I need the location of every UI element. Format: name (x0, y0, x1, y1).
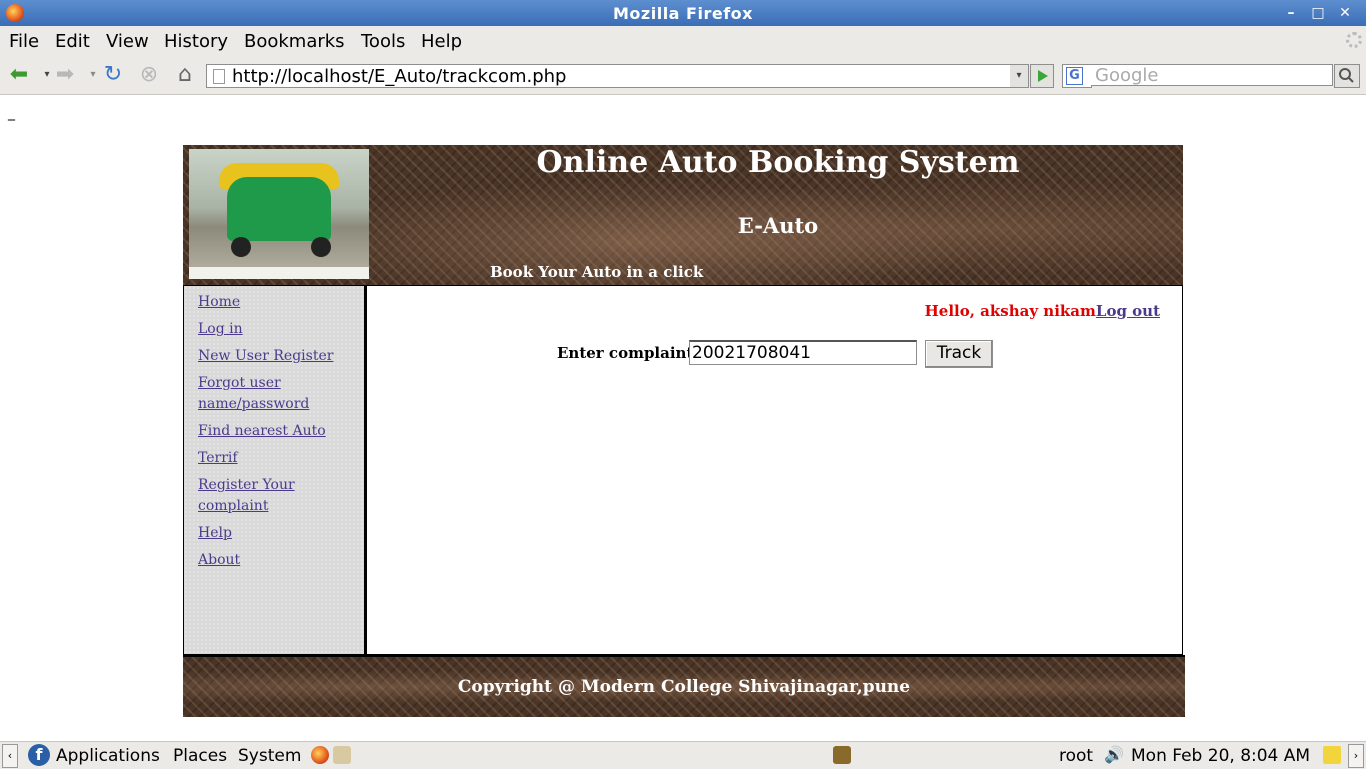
google-icon: G (1066, 67, 1083, 85)
sidebar-link-register-complaint[interactable]: Register Your complaint (198, 477, 295, 514)
panel-scroll-left-icon[interactable]: ‹ (2, 744, 18, 768)
throbber-icon (1346, 32, 1362, 48)
panel-system-menu[interactable]: System (238, 746, 301, 766)
back-arrow-icon[interactable]: ⬅ (6, 62, 32, 88)
sidebar: Home Log in New User Register Forgot use… (183, 285, 365, 655)
window-titlebar: Mozilla Firefox – □ ✕ (0, 0, 1366, 26)
window-title: Mozilla Firefox (613, 4, 753, 23)
sidebar-link-forgot-password[interactable]: Forgot user name/password (198, 375, 309, 412)
panel-places-menu[interactable]: Places (173, 746, 227, 766)
maximize-icon[interactable]: □ (1309, 4, 1327, 22)
site-body: Home Log in New User Register Forgot use… (183, 285, 1183, 655)
close-icon[interactable]: ✕ (1336, 4, 1354, 22)
site-footer: Copyright @ Modern College Shivajinagar,… (183, 655, 1185, 717)
complaint-id-input[interactable]: 20021708041 (689, 340, 917, 365)
minimize-icon[interactable]: – (1282, 4, 1300, 22)
menu-edit[interactable]: Edit (55, 31, 90, 52)
sidebar-link-home[interactable]: Home (198, 294, 240, 310)
menu-bar: File Edit View History Bookmarks Tools H… (0, 26, 1366, 56)
bottom-panel: ‹ f Applications Places System root 🔊 Mo… (0, 741, 1366, 769)
sidebar-link-find-nearest-auto[interactable]: Find nearest Auto (198, 423, 326, 439)
stray-text: _ (8, 105, 15, 121)
stop-icon[interactable]: ⊗ (136, 62, 162, 88)
user-greeting: Hello, akshay nikamLog out (925, 302, 1160, 320)
menu-help[interactable]: Help (421, 31, 462, 52)
menu-bookmarks[interactable]: Bookmarks (244, 31, 345, 52)
search-input[interactable]: Google (1091, 64, 1333, 86)
menu-history[interactable]: History (164, 31, 228, 52)
fedora-icon[interactable]: f (28, 744, 50, 766)
firefox-launcher-icon[interactable] (311, 746, 329, 764)
copyright-text: Copyright @ Modern College Shivajinagar,… (457, 677, 911, 697)
url-bar[interactable]: http://localhost/E_Auto/trackcom.php (206, 64, 1012, 88)
panel-user: root (1059, 746, 1094, 766)
sidebar-link-help[interactable]: Help (198, 525, 232, 541)
mail-launcher-icon[interactable] (333, 746, 351, 764)
page-viewport: _ Online Auto Booking System E-Auto Book… (0, 95, 1366, 740)
menu-tools[interactable]: Tools (361, 31, 405, 52)
go-icon[interactable] (1030, 64, 1054, 88)
sidebar-link-about[interactable]: About (198, 552, 240, 568)
site-title: Online Auto Booking System (536, 145, 1020, 180)
greeting-text: Hello, akshay nikam (924, 302, 1096, 320)
main-panel: Hello, akshay nikamLog out Enter complai… (365, 285, 1183, 655)
track-button[interactable]: Track (925, 340, 993, 368)
url-history-dropdown-icon[interactable]: ▾ (1010, 64, 1029, 88)
site-subtitle: E-Auto (737, 213, 819, 238)
site-tagline: Book Your Auto in a click (490, 263, 704, 281)
panel-scroll-right-icon[interactable]: › (1348, 744, 1364, 768)
menu-view[interactable]: View (106, 31, 149, 52)
reload-icon[interactable]: ↻ (100, 62, 126, 88)
sidebar-link-terrif[interactable]: Terrif (198, 450, 238, 466)
panel-applications-menu[interactable]: Applications (56, 746, 160, 766)
search-icon[interactable] (1334, 64, 1360, 88)
url-text[interactable]: http://localhost/E_Auto/trackcom.php (232, 66, 566, 87)
menu-file[interactable]: File (9, 31, 39, 52)
notes-icon[interactable] (1323, 746, 1341, 764)
search-engine-selector[interactable]: G (1062, 64, 1092, 88)
volume-icon[interactable]: 🔊 (1104, 746, 1124, 764)
site-header: Online Auto Booking System E-Auto Book Y… (183, 145, 1183, 285)
page-icon (213, 69, 225, 84)
forward-arrow-icon[interactable]: ➡ (52, 62, 78, 88)
site-container: Online Auto Booking System E-Auto Book Y… (183, 145, 1185, 717)
logout-link[interactable]: Log out (1096, 302, 1160, 320)
sidebar-link-new-user-register[interactable]: New User Register (198, 348, 333, 364)
auto-rickshaw-image (189, 149, 369, 279)
home-icon[interactable]: ⌂ (172, 62, 198, 88)
panel-clock[interactable]: Mon Feb 20, 8:04 AM (1131, 746, 1310, 766)
sidebar-link-login[interactable]: Log in (198, 321, 243, 337)
update-notifier-icon[interactable] (833, 746, 851, 764)
